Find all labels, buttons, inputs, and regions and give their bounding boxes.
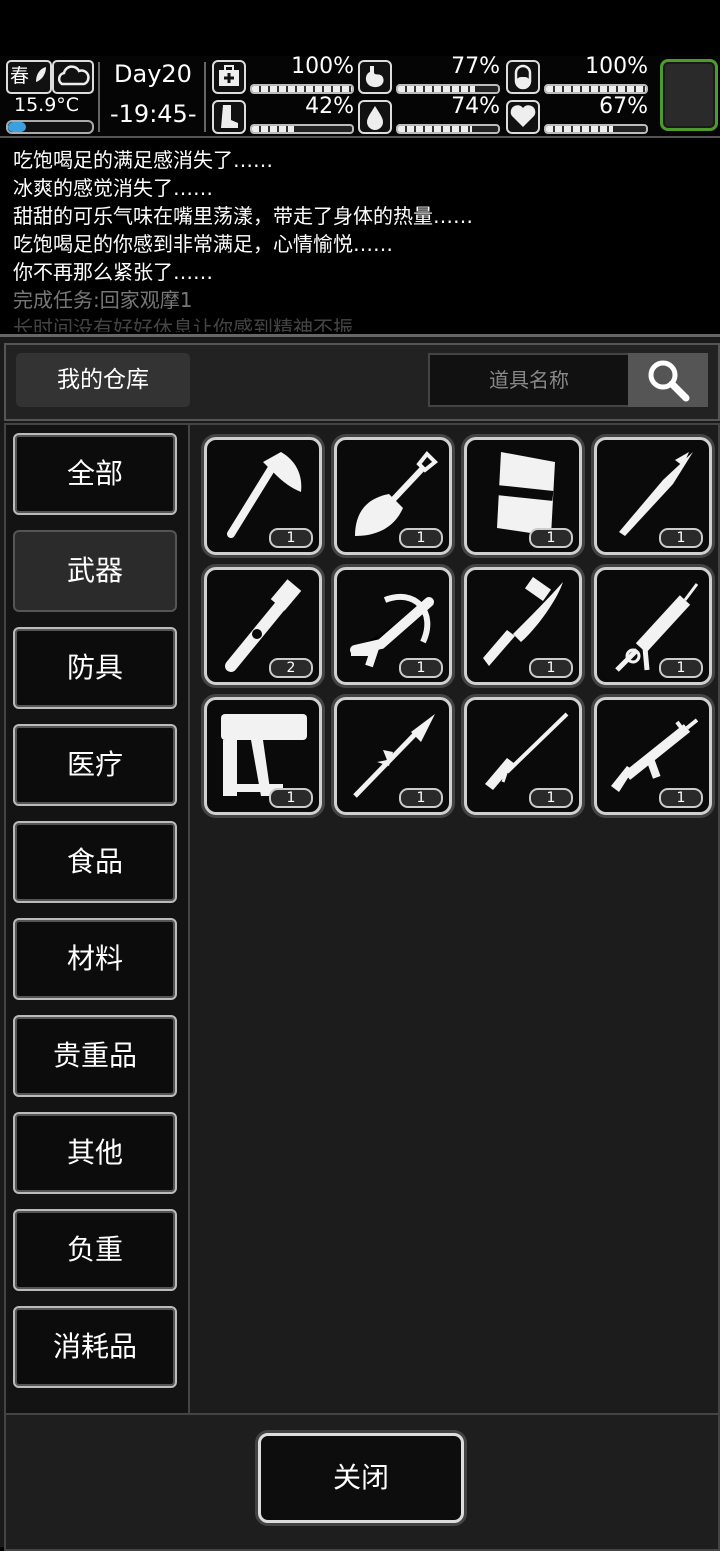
stat-bar	[544, 124, 648, 134]
search-icon	[648, 360, 690, 402]
item-slot[interactable]: 1	[334, 567, 452, 685]
stat-bar	[544, 84, 648, 94]
search-button[interactable]	[628, 353, 708, 407]
item-quantity: 2	[269, 658, 313, 678]
bottom-bar: 关闭	[4, 1413, 720, 1551]
item-slot[interactable]: 1	[594, 437, 712, 555]
item-slot[interactable]: 1	[464, 437, 582, 555]
category-tab[interactable]: 负重	[13, 1209, 177, 1291]
medkit-icon	[212, 60, 246, 94]
log-line: 吃饱喝足的满足感消失了……	[13, 148, 273, 172]
log-line: 完成任务:回家观摩1	[13, 288, 193, 312]
temperature-bar	[6, 120, 94, 134]
heart-icon	[506, 100, 540, 134]
message-log: 吃饱喝足的满足感消失了…… 冰爽的感觉消失了…… 甜甜的可乐气味在嘴里荡漾，带走了身…	[0, 146, 720, 332]
item-quantity: 1	[269, 788, 313, 808]
category-tab[interactable]: 医疗	[13, 724, 177, 806]
item-slot[interactable]: 1	[204, 697, 322, 815]
boot-icon	[212, 100, 246, 134]
equipped-slot[interactable]	[660, 59, 718, 131]
item-quantity: 1	[399, 788, 443, 808]
log-line: 甜甜的可乐气味在嘴里荡漾，带走了身体的热量……	[13, 204, 473, 228]
stat-bar	[250, 84, 354, 94]
item-slot[interactable]: 1	[464, 567, 582, 685]
item-slot[interactable]: 2	[204, 567, 322, 685]
leaf-icon	[36, 67, 46, 82]
log-line: 冰爽的感觉消失了……	[13, 176, 213, 200]
pill-icon	[506, 60, 540, 94]
item-quantity: 1	[659, 658, 703, 678]
category-tab[interactable]: 其他	[13, 1112, 177, 1194]
item-quantity: 1	[529, 528, 573, 548]
stat-value: 100%	[585, 54, 648, 79]
search-input[interactable]: 道具名称	[428, 353, 630, 407]
stat-value: 67%	[599, 94, 648, 119]
stat-bar	[396, 124, 500, 134]
temperature: 15.9°C	[14, 94, 80, 116]
divider	[204, 62, 206, 132]
warehouse-panel: 我的仓库 道具名称 全部 武器 防具 医疗 食品 材料 贵重品 其他 负重 消耗品 1111211…	[0, 334, 720, 1551]
clock: -19:45-	[110, 100, 197, 128]
warehouse-title-button[interactable]: 我的仓库	[16, 353, 190, 407]
stat-bar	[396, 84, 500, 94]
category-sidebar: 全部武器防具医疗食品材料贵重品其他负重消耗品	[4, 423, 190, 1417]
stat-value: 42%	[305, 94, 354, 119]
log-line: 你不再那么紧张了……	[13, 260, 213, 284]
item-quantity: 1	[659, 528, 703, 548]
category-tab[interactable]: 贵重品	[13, 1015, 177, 1097]
cloud-icon	[52, 60, 94, 94]
stat-bar	[250, 124, 354, 134]
item-slot[interactable]: 1	[594, 697, 712, 815]
close-button[interactable]: 关闭	[258, 1433, 464, 1523]
category-tab[interactable]: 全部	[13, 433, 177, 515]
item-quantity: 1	[269, 528, 313, 548]
season-badge: 春	[6, 60, 52, 94]
item-grid: 1 1 1 1 2 1 1 1 1 1 1 1	[188, 423, 720, 1417]
stomach-icon	[358, 60, 392, 94]
item-slot[interactable]: 1	[594, 567, 712, 685]
item-slot[interactable]: 1	[334, 697, 452, 815]
category-tab[interactable]: 消耗品	[13, 1306, 177, 1388]
item-slot[interactable]: 1	[204, 437, 322, 555]
stat-value: 74%	[451, 94, 500, 119]
log-line: 吃饱喝足的你感到非常满足，心情愉悦……	[13, 232, 393, 256]
item-quantity: 1	[529, 788, 573, 808]
water-drop-icon	[358, 100, 392, 134]
warehouse-header: 我的仓库 道具名称	[4, 343, 720, 421]
status-bar: 春 15.9°C Day20 -19:45- 100% 77% 100% 42% 74%…	[0, 54, 720, 138]
category-tab[interactable]: 武器	[13, 530, 177, 612]
log-line: 长时间没有好好休息让你感到精神不振	[13, 316, 353, 332]
item-quantity: 1	[399, 528, 443, 548]
item-slot[interactable]: 1	[464, 697, 582, 815]
category-tab[interactable]: 防具	[13, 627, 177, 709]
category-tab[interactable]: 食品	[13, 821, 177, 903]
category-tab[interactable]: 材料	[13, 918, 177, 1000]
divider	[98, 62, 100, 132]
item-slot[interactable]: 1	[334, 437, 452, 555]
stat-value: 100%	[291, 54, 354, 79]
stat-value: 77%	[451, 54, 500, 79]
item-quantity: 1	[659, 788, 703, 808]
item-quantity: 1	[399, 658, 443, 678]
day-counter: Day20	[114, 60, 192, 88]
item-quantity: 1	[529, 658, 573, 678]
